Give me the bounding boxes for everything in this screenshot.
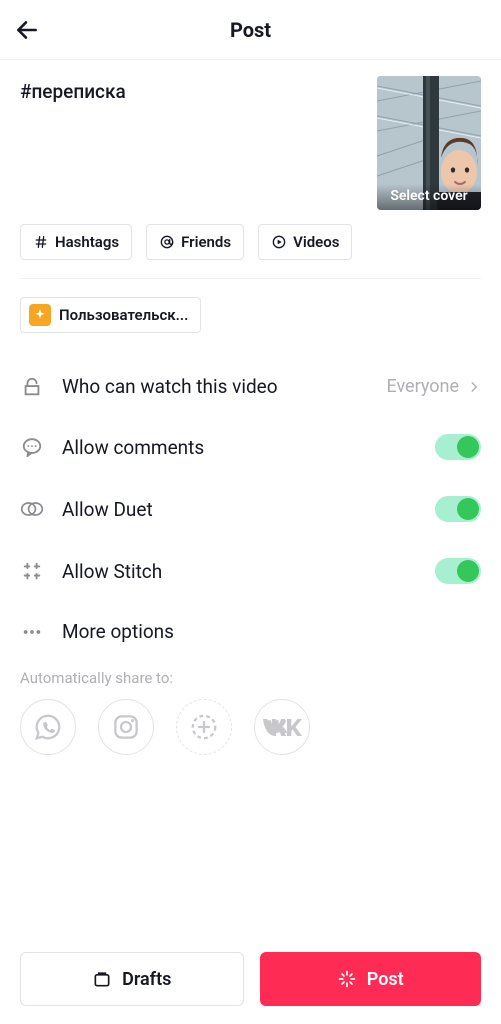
comment-icon [20,436,44,458]
lock-icon [20,376,44,398]
tag-chip-row: Пользовательск... [0,279,501,351]
instagram-icon [111,712,141,742]
caption-area: #переписка Select cover [0,60,501,224]
share-row: vk [0,699,501,755]
stitch-icon [20,560,44,582]
allow-duet-label: Allow Duet [62,498,435,521]
share-add-story[interactable] [176,699,232,755]
friends-chip-label: Friends [181,233,231,251]
sparkle-icon [29,304,51,326]
allow-stitch-toggle[interactable] [435,558,481,584]
videos-chip-label: Videos [293,233,339,251]
vk-text-icon [260,714,304,740]
allow-comments-row: Allow comments [20,416,481,478]
allow-duet-row: Allow Duet [20,478,481,540]
privacy-value: Everyone [386,376,459,397]
header-bar: Post [0,0,501,60]
back-button[interactable] [14,17,40,43]
share-label: Automatically share to: [0,661,501,699]
drafts-label: Drafts [122,969,171,990]
more-options-row[interactable]: More options [20,602,481,661]
share-instagram[interactable] [98,699,154,755]
bottom-bar: Drafts Post [0,936,501,1024]
privacy-row[interactable]: Who can watch this video Everyone [20,357,481,416]
at-icon [159,234,175,250]
share-whatsapp[interactable] [20,699,76,755]
add-story-icon [189,712,219,742]
videos-chip[interactable]: Videos [258,224,352,260]
caption-input[interactable]: #переписка [20,76,361,103]
sparkle-outline-icon [337,969,357,989]
allow-duet-toggle[interactable] [435,496,481,522]
hashtags-chip-label: Hashtags [55,233,119,251]
chevron-right-icon [467,380,481,394]
cover-thumbnail[interactable]: Select cover [377,76,481,210]
post-label: Post [367,969,404,990]
share-vk[interactable]: vk [254,699,310,755]
friends-chip[interactable]: Friends [146,224,244,260]
hash-icon [33,234,49,250]
custom-tag-chip[interactable]: Пользовательск... [20,297,201,333]
post-button[interactable]: Post [260,952,482,1006]
whatsapp-icon [33,712,63,742]
custom-tag-label: Пользовательск... [59,306,188,324]
hashtags-chip[interactable]: Hashtags [20,224,132,260]
duet-icon [20,498,44,520]
arrow-left-icon [14,17,40,43]
page-title: Post [230,18,271,42]
more-options-label: More options [62,620,481,643]
chip-row: Hashtags Friends Videos [0,224,501,278]
more-icon [20,621,44,643]
allow-comments-label: Allow comments [62,436,435,459]
settings-list: Who can watch this video Everyone Allow … [0,351,501,661]
privacy-label: Who can watch this video [62,375,386,398]
play-circle-icon [271,234,287,250]
allow-comments-toggle[interactable] [435,434,481,460]
allow-stitch-label: Allow Stitch [62,560,435,583]
drafts-icon [92,969,112,989]
select-cover-label: Select cover [377,184,481,210]
drafts-button[interactable]: Drafts [20,952,244,1006]
allow-stitch-row: Allow Stitch [20,540,481,602]
